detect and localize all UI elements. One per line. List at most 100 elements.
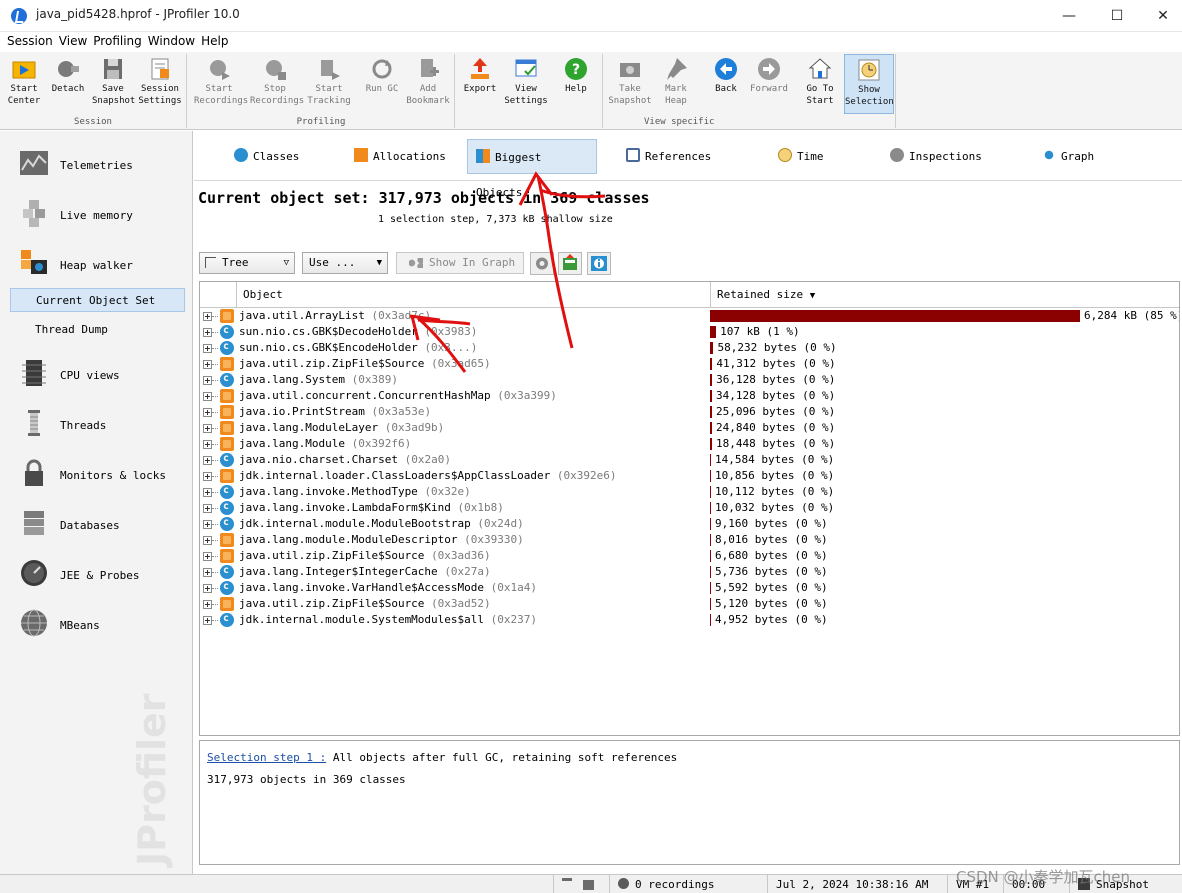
tab-biggest-objects[interactable]: Biggest Objects [467,139,597,199]
tab-time[interactable]: Time [770,139,832,174]
selection-step-link[interactable]: Selection step 1 : [207,751,326,764]
menu-view[interactable]: View [56,32,90,52]
go-to-start-button[interactable]: Go To Start [802,54,838,114]
session-settings-button[interactable]: Session Settings [138,54,182,114]
back-button[interactable]: Back [708,54,744,114]
view-mode-select[interactable]: Tree ▽ [199,252,295,274]
mark-heap-button[interactable]: Mark Heap [656,54,696,114]
table-row[interactable]: java.io.PrintStream (0x3a53e) 25,096 byte… [200,404,1179,420]
expand-toggle-icon[interactable] [203,600,212,609]
expand-toggle-icon[interactable] [203,472,212,481]
start-recordings-button[interactable]: Start Recordings [194,54,248,114]
sidebar-item-mbeans[interactable]: MBeans [0,596,192,646]
table-row[interactable]: java.lang.module.ModuleDescriptor (0x393… [200,532,1179,548]
table-row[interactable]: java.util.zip.ZipFile$Source (0x3ad52) 5,… [200,596,1179,612]
sidebar-item-cpu-views[interactable]: CPU views [0,346,192,396]
table-row[interactable]: java.lang.invoke.LambdaForm$Kind (0x1b8)… [200,499,1179,516]
sidebar-item-thread-dump[interactable]: Thread Dump [10,318,185,342]
expand-toggle-icon[interactable] [203,520,212,529]
table-row[interactable]: java.lang.Integer$IntegerCache (0x27a) 5,… [200,563,1179,580]
use-dropdown[interactable]: Use ... ▼ [302,252,388,274]
retained-size-value: 9,160 bytes (0 %) [715,517,828,530]
sidebar-item-jee-probes[interactable]: JEE & Probes [0,546,192,596]
help-button[interactable]: ? Help [556,54,596,114]
show-in-graph-button[interactable]: Show In Graph [396,252,524,274]
menu-help[interactable]: Help [198,32,231,52]
tab-classes[interactable]: Classes [226,139,307,174]
table-row[interactable]: jdk.internal.module.SystemModules$all (0… [200,611,1179,628]
view-settings-button[interactable]: View Settings [504,54,548,114]
table-row[interactable]: java.lang.ModuleLayer (0x3ad9b) 24,840 by… [200,420,1179,436]
object-instance-icon [220,421,234,435]
table-row[interactable]: java.nio.charset.Charset (0x2a0) 14,584 b… [200,451,1179,468]
expand-toggle-icon[interactable] [203,456,212,465]
expand-toggle-icon[interactable] [203,344,212,353]
inspection-settings-button[interactable] [530,252,554,275]
table-row[interactable]: java.util.concurrent.ConcurrentHashMap (… [200,388,1179,404]
table-row[interactable]: sun.nio.cs.GBK$EncodeHolder (0x3...) 58,2… [200,339,1179,356]
table-row[interactable]: sun.nio.cs.GBK$DecodeHolder (0x3983) 107 … [200,323,1179,340]
column-retained-size[interactable]: Retained size ▼ [710,282,1179,308]
detach-icon [58,61,79,77]
expand-toggle-icon[interactable] [203,584,212,593]
minimize-button[interactable]: — [1046,0,1092,32]
expand-toggle-icon[interactable] [203,424,212,433]
status-tools[interactable] [553,875,609,893]
expand-toggle-icon[interactable] [203,440,212,449]
detach-button[interactable]: Detach [48,54,88,114]
sidebar-item-databases[interactable]: Databases [0,496,192,546]
sidebar-item-monitors-locks[interactable]: Monitors & locks [0,446,192,496]
run-gc-button[interactable]: Run GC [362,54,402,114]
start-center-button[interactable]: Start Center [4,54,44,114]
table-row[interactable]: java.lang.invoke.VarHandle$AccessMode (0… [200,579,1179,596]
menu-session[interactable]: Session [4,32,56,52]
tab-references[interactable]: References [618,139,719,174]
table-row[interactable]: jdk.internal.loader.ClassLoaders$AppClas… [200,468,1179,484]
save-snapshot-button[interactable]: Save Snapshot [92,54,135,114]
menu-window[interactable]: Window [145,32,198,52]
take-snapshot-button[interactable]: Take Snapshot [608,54,652,114]
table-row[interactable]: java.lang.System (0x389) 36,128 bytes (0 … [200,371,1179,388]
table-row[interactable]: java.lang.Module (0x392f6) 18,448 bytes (… [200,436,1179,452]
tab-graph[interactable]: Graph [1034,139,1102,174]
expand-toggle-icon[interactable] [203,616,212,625]
expand-toggle-icon[interactable] [203,376,212,385]
forward-button[interactable]: Forward [748,54,790,114]
table-row[interactable]: java.util.zip.ZipFile$Source (0x3ad36) 6,… [200,548,1179,564]
table-row[interactable]: java.util.zip.ZipFile$Source (0x3ad65) 41… [200,356,1179,372]
object-address: (0x392f6) [351,437,412,450]
close-button[interactable]: ✕ [1140,0,1182,32]
expand-toggle-icon[interactable] [203,392,212,401]
tab-allocations[interactable]: Allocations [346,139,454,174]
expand-toggle-icon[interactable] [203,360,212,369]
expand-toggle-icon[interactable] [203,504,212,513]
sidebar-item-heap-walker[interactable]: Heap walker [0,236,192,286]
sidebar-item-telemetries[interactable]: Telemetries [0,136,192,186]
expand-toggle-icon[interactable] [203,312,212,321]
expand-toggle-icon[interactable] [203,536,212,545]
export-button[interactable]: Export [460,54,500,114]
sidebar-item-current-object-set[interactable]: Current Object Set [10,288,185,312]
retained-size-cell: 18,448 bytes (0 %) [710,436,1179,452]
expand-toggle-icon[interactable] [203,552,212,561]
info-button[interactable] [587,252,611,275]
stop-recordings-button[interactable]: Stop Recordings [250,54,304,114]
show-selection-button[interactable]: Show Selection [844,54,894,114]
tab-inspections[interactable]: Inspections [882,139,990,174]
expand-toggle-icon[interactable] [203,328,212,337]
add-bookmark-button[interactable]: Add Bookmark [406,54,450,114]
export-view-button[interactable] [558,252,582,275]
menu-profiling[interactable]: Profiling [90,32,145,52]
column-object[interactable]: Object [236,282,710,308]
maximize-button[interactable]: ☐ [1094,0,1140,32]
table-row[interactable]: java.util.ArrayList (0x3ad7c) 6,284 kB (8… [200,308,1179,324]
expand-toggle-icon[interactable] [203,568,212,577]
start-tracking-button[interactable]: Start Tracking [306,54,352,114]
table-row[interactable]: java.lang.invoke.MethodType (0x32e) 10,11… [200,483,1179,500]
sidebar-item-live-memory[interactable]: Live memory [0,186,192,236]
expand-toggle-icon[interactable] [203,488,212,497]
table-row[interactable]: jdk.internal.module.ModuleBootstrap (0x2… [200,515,1179,532]
sidebar-item-threads[interactable]: Threads [0,396,192,446]
expand-toggle-icon[interactable] [203,408,212,417]
live-memory-label: Live memory [60,209,133,222]
